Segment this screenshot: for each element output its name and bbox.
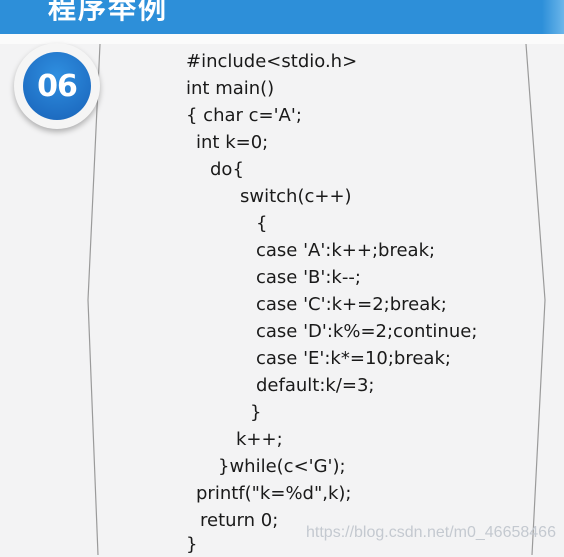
code-line: case 'D':k%=2;continue; <box>256 321 478 342</box>
slide-number-badge: 06 <box>14 43 100 129</box>
code-line: case 'C':k+=2;break; <box>256 294 447 315</box>
badge-circle: 06 <box>23 52 91 120</box>
code-line: { <box>256 213 268 234</box>
code-line: switch(c++) <box>240 186 352 207</box>
code-line: }while(c<'G'); <box>218 456 346 477</box>
badge-number: 06 <box>37 68 78 104</box>
code-line: k++; <box>236 429 283 450</box>
code-line: int k=0; <box>196 132 269 153</box>
code-line: printf("k=%d",k); <box>196 483 352 504</box>
code-line: { char c='A'; <box>186 105 302 126</box>
code-line: case 'A':k++;break; <box>256 240 436 261</box>
code-line: } <box>186 534 198 555</box>
code-line: } <box>250 402 262 423</box>
code-line: do{ <box>210 159 244 180</box>
code-line: return 0; <box>200 510 279 531</box>
watermark-text: https://blog.csdn.net/m0_46658466 <box>306 524 556 541</box>
code-line: #include<stdio.h> <box>186 51 358 72</box>
code-line: int main() <box>186 78 275 99</box>
code-line: default:k/=3; <box>256 375 375 396</box>
code-line: case 'B':k--; <box>256 267 361 288</box>
code-line: case 'E':k*=10;break; <box>256 348 451 369</box>
